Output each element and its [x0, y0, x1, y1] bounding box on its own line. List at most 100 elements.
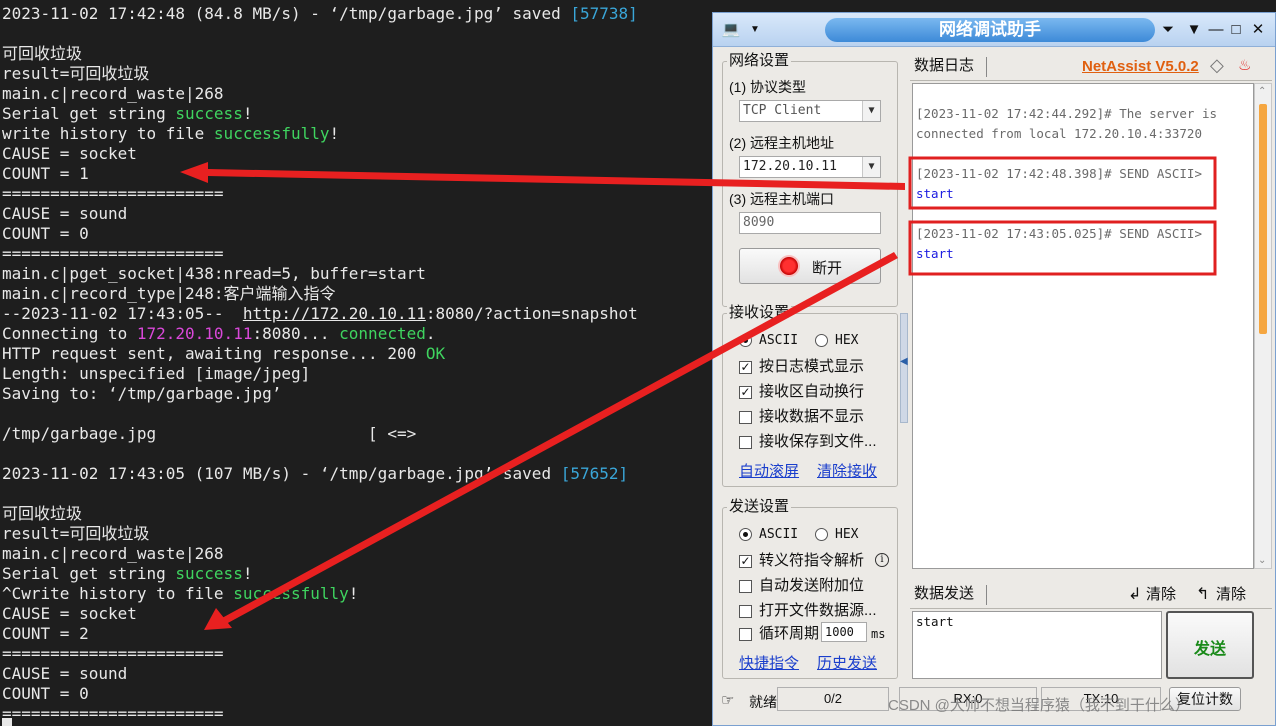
terminal-text: COUNT = 0 — [2, 224, 89, 243]
remote-port-input[interactable]: 8090 — [739, 212, 881, 234]
chevron-left-icon[interactable]: ◀ — [900, 356, 908, 367]
terminal-text: CAUSE = socket — [2, 604, 137, 623]
collapse-handle[interactable]: ◀ — [900, 313, 908, 423]
maximize-icon[interactable]: □ — [1227, 20, 1245, 40]
brand-link[interactable]: NetAssist V5.0.2 — [1082, 58, 1199, 75]
terminal-text: 可回收垃圾 — [2, 44, 83, 63]
computer-icon[interactable]: 💻 — [721, 20, 741, 40]
terminal-text: Connecting to — [2, 324, 137, 343]
send-button[interactable]: 发送 — [1166, 611, 1254, 679]
loop-period-input[interactable]: 1000 — [821, 622, 867, 642]
send-history-link[interactable]: 历史发送 — [817, 652, 877, 673]
send-input[interactable]: start — [912, 611, 1162, 679]
terminal-line: result=可回收垃圾 — [2, 64, 149, 84]
recv-option-label: 接收区自动换行 — [759, 383, 865, 400]
send-button-label: 发送 — [1193, 641, 1226, 658]
terminal-window[interactable]: 2023-11-02 17:42:48 (84.8 MB/s) - ‘/tmp/… — [0, 0, 712, 726]
recv-option-checkbox[interactable] — [739, 436, 752, 449]
send-option-checkbox[interactable]: ✓ — [739, 555, 752, 568]
recv-ascii-label: ASCII — [759, 333, 799, 348]
scroll-up-icon[interactable]: ⌃ — [1258, 86, 1266, 97]
terminal-text: ======================= — [2, 704, 224, 723]
terminal-text: [57652] — [560, 464, 629, 483]
terminal-text: Saving to: ‘/tmp/garbage.jpg’ — [2, 384, 282, 403]
scrollbar-thumb[interactable] — [1259, 104, 1267, 334]
send-option-label: 转义符指令解析 — [759, 552, 865, 569]
terminal-text: successfully — [213, 124, 330, 143]
log-entry-header: [2023-11-02 17:42:48.398]# SEND ASCII> — [916, 166, 1202, 181]
tab-divider — [986, 57, 987, 77]
tab-data-send[interactable]: 数据发送 — [914, 585, 974, 603]
bell-icon[interactable]: ♨ — [1238, 56, 1251, 74]
protocol-select[interactable]: TCP Client ▼ — [739, 100, 881, 122]
tab-data-log[interactable]: 数据日志 — [914, 57, 974, 75]
recv-option-label: 接收保存到文件... — [759, 433, 877, 450]
send-hex-radio[interactable] — [815, 528, 828, 541]
chevron-down-icon[interactable]: ▼ — [862, 101, 880, 121]
recv-option-checkbox[interactable]: ✓ — [739, 361, 752, 374]
dropdown-icon[interactable]: ▼ — [745, 20, 765, 40]
clear-up-arrow-icon[interactable]: ↰ — [1196, 584, 1209, 604]
clear-send-button[interactable]: 清除 — [1146, 586, 1176, 604]
recv-hex-label: HEX — [835, 333, 859, 348]
send-hex-label: HEX — [835, 527, 859, 542]
status-ready: 就绪 — [749, 694, 777, 710]
terminal-line: write history to file successfully! — [2, 124, 339, 144]
watermark: CSDN @大帅不想当程序猿（我不到干什么） — [888, 697, 1190, 714]
terminal-line: main.c|record_type|248:客户端输入指令 — [2, 284, 336, 304]
send-settings-group: 发送设置 ASCII HEX ✓ 转义符指令解析 自动发送附加位 打开文件数据源...… — [722, 498, 898, 679]
log-entry-data: start — [916, 246, 954, 261]
send-settings-title: 发送设置 — [727, 498, 792, 516]
terminal-line: CAUSE = sound — [2, 664, 127, 684]
dropdown-menu-icon[interactable]: ▼ — [1185, 20, 1203, 40]
terminal-line: Connecting to 172.20.10.11:8080... conne… — [2, 324, 436, 344]
remote-host-select[interactable]: 172.20.10.11 ▼ — [739, 156, 881, 178]
terminal-line: /tmp/garbage.jpg [ <=> — [2, 424, 416, 444]
shortcut-commands-link[interactable]: 快捷指令 — [739, 652, 799, 673]
terminal-text: ! — [329, 124, 340, 143]
pin-icon[interactable]: ⏷ — [1159, 20, 1177, 40]
terminal-line: Serial get string success! — [2, 564, 252, 584]
clear-arrow-icon[interactable]: ↲ — [1128, 584, 1141, 604]
terminal-text: COUNT = 2 — [2, 624, 89, 643]
recv-option-checkbox[interactable]: ✓ — [739, 386, 752, 399]
terminal-line: Length: unspecified [image/jpeg] — [2, 364, 310, 384]
terminal-line: result=可回收垃圾 — [2, 524, 149, 544]
chevron-down-icon[interactable]: ▼ — [862, 157, 880, 177]
close-icon[interactable]: ✕ — [1249, 20, 1267, 40]
terminal-line: main.c|record_waste|268 — [2, 84, 224, 104]
send-ascii-radio[interactable] — [739, 528, 752, 541]
minimize-icon[interactable]: — — [1207, 20, 1225, 40]
info-icon[interactable]: i — [875, 553, 889, 567]
send-option-checkbox[interactable] — [739, 580, 752, 593]
auto-scroll-link[interactable]: 自动滚屏 — [739, 460, 799, 481]
send-option-checkbox[interactable] — [739, 605, 752, 618]
loop-period-checkbox[interactable] — [739, 628, 752, 641]
receive-settings-group: 接收设置 ASCII HEX ✓ 按日志模式显示 ✓ 接收区自动换行 接收数据不显示 接收… — [722, 304, 898, 487]
receive-log-panel[interactable]: [2023-11-02 17:42:44.292]# The server is… — [912, 83, 1254, 569]
clear-receive-link[interactable]: 清除接收 — [817, 460, 877, 481]
terminal-text: 2023-11-02 17:42:48 (84.8 MB/s) - ‘/tmp/… — [2, 4, 571, 23]
clear-all-button[interactable]: 清除 — [1216, 586, 1246, 604]
terminal-url-link[interactable]: http://172.20.10.11 — [243, 304, 426, 323]
send-content: start — [916, 614, 954, 629]
terminal-text: :8080... — [252, 324, 340, 343]
terminal-line: COUNT = 2 — [2, 624, 89, 644]
recv-ascii-radio[interactable] — [739, 334, 752, 347]
terminal-text: ======================= — [2, 184, 224, 203]
terminal-text: result=可回收垃圾 — [2, 64, 150, 83]
log-scrollbar[interactable]: ⌃ ⌄ — [1254, 83, 1272, 569]
disconnect-button[interactable]: 断开 — [739, 248, 881, 284]
status-count: 0/2 — [777, 687, 889, 711]
recv-hex-radio[interactable] — [815, 334, 828, 347]
recv-option-checkbox[interactable] — [739, 411, 752, 424]
diamond-icon[interactable]: ◇ — [1210, 55, 1224, 76]
terminal-text: HTTP request sent, awaiting response... … — [2, 344, 426, 363]
scroll-down-icon[interactable]: ⌄ — [1258, 555, 1266, 566]
terminal-text: success — [175, 564, 243, 583]
terminal-text: --2023-11-02 17:43:05-- — [2, 304, 243, 323]
terminal-text: success — [175, 104, 243, 123]
terminal-text: Serial get string — [2, 104, 176, 123]
protocol-label: (1) 协议类型 — [729, 79, 806, 95]
remote-port-label: (3) 远程主机端口 — [729, 191, 834, 207]
